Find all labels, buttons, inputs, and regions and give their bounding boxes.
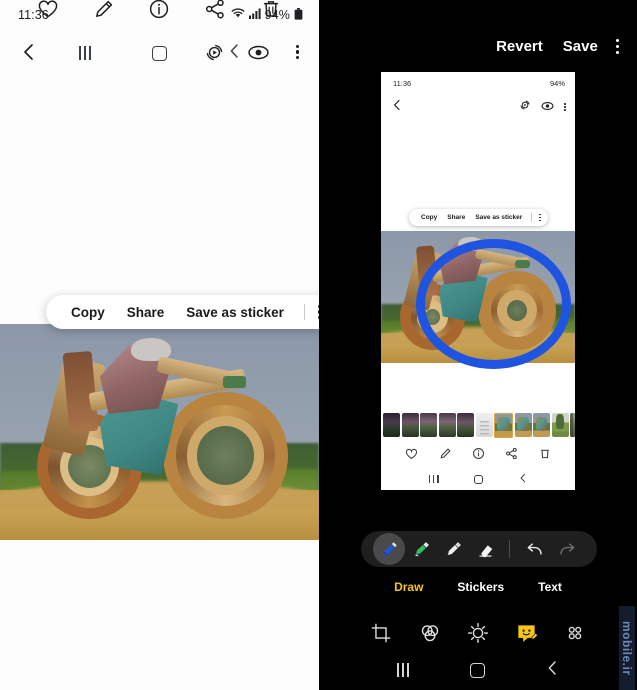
preview-motion-photo-icon: [519, 98, 531, 116]
eraser-tool[interactable]: [469, 533, 501, 565]
smiley-draw-icon[interactable]: [512, 619, 540, 647]
preview-clock: 11:36: [393, 78, 412, 88]
filmstrip-thumbnail-selected: [494, 412, 513, 438]
filmstrip-thumbnail: [457, 413, 474, 437]
preview-pencil-icon: [439, 447, 452, 465]
editor-home-icon[interactable]: [469, 662, 485, 678]
copy-button[interactable]: Copy: [60, 305, 116, 320]
undo-icon[interactable]: [519, 533, 551, 565]
preview-action-bar: [381, 442, 575, 470]
share-icon[interactable]: [202, 0, 228, 22]
preview-copy-button: Copy: [421, 214, 438, 221]
preview-photo-sculpture: [397, 236, 560, 353]
preview-status-bar: 11:36 94%: [381, 72, 575, 94]
filmstrip-thumbnail: [475, 413, 493, 437]
crop-icon[interactable]: [367, 619, 395, 647]
editor-preview-frame[interactable]: 11:36 94% Copy Share Save as sticker: [381, 72, 575, 490]
editor-kebab-menu-icon[interactable]: [608, 39, 629, 54]
editor-recents-icon[interactable]: [397, 663, 410, 677]
filmstrip-thumbnail: [438, 413, 456, 437]
preview-popup-divider: [531, 213, 533, 222]
tab-stickers[interactable]: Stickers: [457, 580, 504, 594]
tab-draw[interactable]: Draw: [394, 580, 423, 594]
filmstrip-thumbnail: [533, 413, 550, 437]
sculpture-front-wheel: [162, 392, 289, 520]
preview-top-actions: [519, 98, 566, 116]
filmstrip-thumbnail: [383, 413, 400, 437]
home-icon[interactable]: [151, 45, 167, 61]
preview-photo-image: [381, 231, 575, 363]
right-photo-editor: Revert Save 11:36 94% Copy Share Save as…: [319, 0, 637, 690]
editor-tool-bar: [319, 612, 637, 654]
filter-icon[interactable]: [416, 619, 444, 647]
preview-trash-icon: [539, 447, 551, 465]
highlighter-tool[interactable]: [405, 533, 437, 565]
pen-tool[interactable]: [373, 533, 405, 565]
pencil-icon[interactable]: [91, 0, 117, 22]
preview-context-popup: Copy Share Save as sticker: [409, 209, 549, 226]
filmstrip-thumbnail: [551, 413, 569, 437]
preview-save-as-sticker-button: Save as sticker: [475, 214, 523, 221]
preview-back-chevron-icon: [392, 98, 402, 116]
popup-divider: [303, 304, 305, 320]
watermark: mobile.ir: [619, 606, 635, 690]
brush-tool[interactable]: [437, 533, 469, 565]
system-nav-bar: [0, 32, 319, 74]
preview-filmstrip: [381, 412, 575, 438]
preview-system-nav-bar: [381, 468, 575, 490]
preview-sculpture-handlebar: [515, 260, 531, 269]
redo-icon[interactable]: [551, 533, 583, 565]
nav-back-chevron-icon[interactable]: [228, 43, 241, 64]
grid-dots-icon[interactable]: [561, 619, 589, 647]
share-button[interactable]: Share: [116, 305, 176, 320]
preview-share-icon: [505, 447, 518, 465]
filmstrip-thumbnail: [570, 413, 575, 437]
preview-status-indicators: 94%: [550, 79, 565, 88]
preview-heart-icon: [405, 447, 418, 465]
preview-nav-back-chevron-icon: [519, 470, 527, 488]
brightness-icon[interactable]: [464, 619, 492, 647]
screenshot-root: 11:36 94% Copy Share Save as sticker Rev…: [0, 0, 637, 690]
preview-sculpture-front-wheel: [478, 270, 557, 351]
heart-icon[interactable]: [35, 0, 61, 22]
editor-system-nav-bar: [319, 650, 637, 690]
save-button[interactable]: Save: [553, 38, 608, 55]
tray-divider: [509, 540, 510, 558]
preview-kebab-menu-icon: [564, 103, 566, 111]
recents-icon[interactable]: [78, 46, 91, 60]
preview-home-icon: [474, 474, 484, 484]
photo-sculpture: [32, 337, 294, 522]
editor-top-bar: Revert Save: [486, 38, 629, 55]
editor-mode-tabs: Draw Stickers Text: [319, 577, 637, 597]
photo-image: [0, 324, 319, 540]
filmstrip-thumbnail: [514, 413, 532, 437]
photo-canvas[interactable]: [0, 324, 319, 540]
viewer-action-bar: [0, 0, 319, 32]
revert-button[interactable]: Revert: [486, 38, 553, 55]
filmstrip-thumbnail: [420, 413, 437, 437]
filmstrip-thumbnail: [401, 413, 419, 437]
tab-text[interactable]: Text: [538, 580, 562, 594]
context-popup-menu: Copy Share Save as sticker: [46, 295, 319, 329]
preview-battery-percent: 94%: [549, 78, 565, 88]
pen-tool-tray: [361, 531, 597, 567]
preview-share-button: Share: [447, 214, 466, 221]
preview-eye-icon: [541, 98, 554, 116]
trash-icon[interactable]: [258, 0, 284, 22]
preview-info-circle-icon: [472, 447, 485, 465]
sculpture-handlebar: [222, 375, 247, 389]
preview-top-bar: [381, 94, 575, 120]
info-circle-icon[interactable]: [146, 0, 172, 22]
save-as-sticker-button[interactable]: Save as sticker: [175, 305, 295, 320]
preview-recents-icon: [428, 475, 439, 483]
preview-photo-canvas: [381, 231, 575, 363]
popup-kebab-menu-icon[interactable]: [312, 304, 319, 320]
left-gallery-viewer: 11:36 94% Copy Share Save as sticker: [0, 0, 319, 690]
editor-nav-back-chevron-icon[interactable]: [546, 660, 559, 681]
preview-popup-kebab-icon: [536, 213, 544, 222]
